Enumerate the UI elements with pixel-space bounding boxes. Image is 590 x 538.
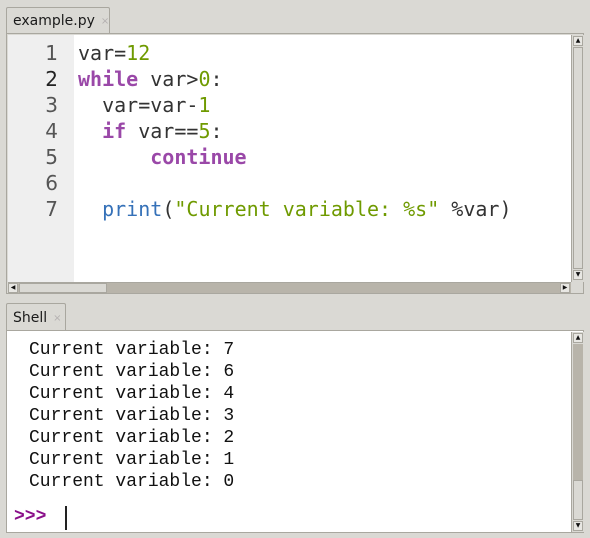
- close-icon[interactable]: ×: [53, 313, 61, 324]
- line-number: 5: [45, 145, 58, 169]
- editor-vertical-scrollbar[interactable]: ▲ ▼: [571, 35, 584, 282]
- close-icon[interactable]: ×: [101, 16, 109, 27]
- tab-label: Shell: [13, 309, 48, 326]
- line-number: 7: [45, 197, 58, 221]
- code-token: var>: [138, 67, 199, 91]
- shell-output-line: Current variable: 3: [29, 406, 235, 426]
- scroll-up-icon[interactable]: ▲: [573, 36, 583, 46]
- code-token: var=var-: [78, 93, 199, 117]
- scrollbar-thumb[interactable]: [573, 47, 583, 269]
- editor-horizontal-scrollbar[interactable]: ◀ ▶: [8, 282, 571, 293]
- code-token: var==: [126, 119, 199, 143]
- shell-prompt: >>>: [14, 507, 47, 527]
- code-token: var=: [78, 41, 127, 65]
- scrollbar-track[interactable]: [573, 344, 583, 480]
- code-line: var=var-1: [78, 92, 210, 118]
- scroll-up-icon[interactable]: ▲: [573, 333, 583, 343]
- text-cursor: [65, 506, 67, 530]
- code-token: 0: [198, 67, 211, 91]
- code-line: continue: [78, 144, 247, 170]
- scroll-down-icon[interactable]: ▼: [573, 270, 583, 280]
- line-number: 6: [45, 171, 58, 195]
- code-token: 1: [198, 93, 211, 117]
- shell-panel: >>> Current variable: 7 Current variable:…: [6, 330, 584, 533]
- code-token: continue: [150, 145, 247, 169]
- line-number: 3: [45, 93, 58, 117]
- shell-output-line: Current variable: 0: [29, 472, 235, 492]
- code-token: print: [102, 197, 163, 221]
- tab-shell[interactable]: Shell ×: [6, 303, 66, 331]
- code-line: while var>0:: [78, 66, 223, 92]
- shell-output-line: Current variable: 6: [29, 362, 235, 382]
- shell-console[interactable]: >>> Current variable: 7 Current variable:…: [8, 332, 571, 532]
- shell-output-line: Current variable: 2: [29, 428, 235, 448]
- code-token: (: [162, 197, 175, 221]
- shell-output-line: Current variable: 1: [29, 450, 235, 470]
- scroll-right-icon[interactable]: ▶: [560, 283, 570, 293]
- code-token: "Current variable: %s": [174, 197, 440, 221]
- code-token: 12: [126, 41, 151, 65]
- line-number-gutter: 1234567: [8, 35, 74, 282]
- tab-example-py[interactable]: example.py ×: [6, 7, 110, 34]
- scrollbar-thumb[interactable]: [19, 283, 107, 293]
- code-line: if var==5:: [78, 118, 223, 144]
- code-token: :: [210, 67, 223, 91]
- scrollbar-thumb[interactable]: [573, 480, 583, 520]
- code-token: :: [210, 119, 223, 143]
- code-token: %var): [439, 197, 512, 221]
- code-token: while: [78, 67, 139, 91]
- tab-label: example.py: [13, 13, 95, 29]
- scroll-left-icon[interactable]: ◀: [8, 283, 18, 293]
- scroll-down-icon[interactable]: ▼: [573, 521, 583, 531]
- code-editor[interactable]: var=12 while var>0: var=var-1 if var==5: …: [74, 35, 571, 282]
- line-number: 1: [45, 41, 58, 65]
- code-line: var=12: [78, 40, 150, 66]
- shell-output-line: Current variable: 7: [29, 340, 235, 360]
- code-token: if: [102, 119, 127, 143]
- code-token: 5: [198, 119, 211, 143]
- code-line: print("Current variable: %s" %var): [78, 196, 512, 222]
- shell-output-line: Current variable: 4: [29, 384, 235, 404]
- editor-panel: 1234567 var=12 while var>0: var=var-1 if …: [6, 33, 584, 294]
- line-number: 2: [45, 67, 58, 91]
- line-number: 4: [45, 119, 58, 143]
- shell-vertical-scrollbar[interactable]: ▲ ▼: [571, 332, 584, 532]
